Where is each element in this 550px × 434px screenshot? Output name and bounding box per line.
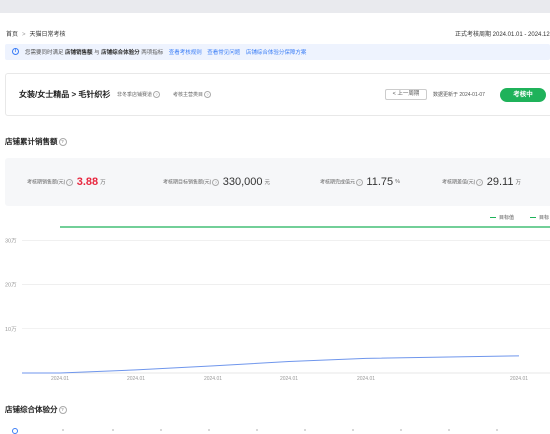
guarantee-link[interactable]: 店铺综合体验分保障方案 (246, 50, 307, 56)
main-category-tag: 考核主营类目? (173, 91, 211, 98)
dot-icon (400, 429, 402, 431)
help-icon[interactable]: ? (204, 91, 211, 98)
metric-completion: 考核期完成值元? 11.75% (320, 176, 400, 188)
rules-link[interactable]: 查看考核规则 (169, 50, 202, 56)
x-tick-label: 2024.01 (357, 376, 375, 382)
breadcrumb-home[interactable]: 首页 (6, 29, 18, 38)
notice-suffix: 两项指标 (141, 50, 163, 56)
experience-section-title: 店铺综合体验分? (5, 404, 67, 415)
top-bar (0, 0, 550, 13)
sales-section-title: 店铺累计销售额? (5, 136, 67, 147)
update-time: 数据更新于 2024-01-07 (433, 91, 485, 98)
faq-link[interactable]: 查看常见问题 (207, 50, 240, 56)
metric-target: 考核期目标销售额(元)? 330,000元 (163, 176, 270, 188)
help-icon[interactable]: ? (59, 406, 67, 414)
dot-icon (352, 429, 354, 431)
track-tag-label: 非冬季店铺赛道 (117, 92, 152, 98)
series-line-1 (22, 356, 519, 373)
dot-icon (160, 429, 162, 431)
metric-value: 11.75 (366, 176, 393, 188)
notice-and: 与 (94, 50, 100, 56)
metric-label: 考核期完成值元 (320, 179, 355, 185)
dot-icon (62, 429, 64, 431)
notice-metric-sales: 店铺销售额 (65, 50, 93, 56)
notice-metric-experience: 店铺综合体验分 (101, 50, 140, 56)
metric-label: 考核期目标销售额(元) (163, 179, 211, 185)
dot-icon (112, 429, 114, 431)
info-icon: i (12, 48, 19, 55)
breadcrumb-separator: > (22, 32, 26, 38)
metric-unit: 万 (515, 180, 521, 186)
help-icon[interactable]: ? (356, 179, 363, 186)
x-tick-label: 2024.01 (204, 376, 222, 382)
breadcrumb-current: 天猫日常考核 (30, 29, 66, 38)
category-title: 女装/女士精品 > 毛针织衫 (19, 89, 110, 100)
help-icon[interactable]: ? (476, 179, 483, 186)
dot-icon (304, 429, 306, 431)
y-tick-label: 10万 (5, 326, 17, 333)
header-row: 首页 > 天猫日常考核 正式考核周期 2024.01.01 - 2024.12. (0, 26, 550, 40)
x-tick-label: 2024.01 (280, 376, 298, 382)
metric-value: 330,000 (223, 176, 263, 188)
x-tick-label: 2024.01 (51, 376, 69, 382)
y-tick-label: 30万 (5, 237, 17, 244)
category-card: 女装/女士精品 > 毛针织衫 非冬季店铺赛道? 考核主营类目? < 上一周期 数… (5, 73, 550, 116)
notice-prefix: 您需要同时满足 (25, 50, 64, 56)
metric-unit: 万 (100, 180, 106, 186)
dot-icon (208, 429, 210, 431)
status-button[interactable]: 考核中 (500, 88, 546, 102)
help-icon[interactable]: ? (212, 179, 219, 186)
metric-value: 29.11 (487, 176, 514, 188)
metric-label: 考核期销售额(元) (27, 179, 65, 185)
dot-icon (448, 429, 450, 431)
metric-value: 3.88 (77, 176, 98, 188)
dot-icon (256, 429, 258, 431)
experience-icons-row (0, 425, 550, 433)
help-icon[interactable]: ? (66, 179, 73, 186)
main-category-label: 考核主营类目 (173, 92, 203, 98)
sales-line-chart: 30万 20万 10万 2024.01 2024.01 2024.01 2024.01 202… (0, 210, 550, 385)
metrics-panel: 考核期销售额(元)? 3.88万 考核期目标销售额(元)? 330,000元 考… (5, 158, 550, 206)
sales-section-title-text: 店铺累计销售额 (5, 137, 58, 146)
experience-section-title-text: 店铺综合体验分 (5, 405, 58, 414)
notice-text: 您需要同时满足 店铺销售额 与 店铺综合体验分 两项指标 查看考核规则 查看常见… (25, 48, 306, 56)
previous-period-button[interactable]: < 上一周期 (385, 89, 427, 100)
dot-icon (496, 429, 498, 431)
metric-unit: % (395, 179, 400, 185)
track-tag: 非冬季店铺赛道? (117, 91, 160, 98)
x-tick-label: 2024.01 (127, 376, 145, 382)
metric-unit: 元 (265, 180, 271, 186)
metric-label: 考核期差值(元) (442, 179, 475, 185)
y-tick-label: 20万 (5, 282, 17, 289)
assessment-period: 正式考核周期 2024.01.01 - 2024.12. (455, 29, 550, 38)
help-icon[interactable]: ? (153, 91, 160, 98)
metric-gap: 考核期差值(元)? 29.11万 (442, 176, 521, 188)
x-tick-label: 2024.01 (510, 376, 528, 382)
help-icon[interactable]: ? (59, 138, 67, 146)
notice-bar: i 您需要同时满足 店铺销售额 与 店铺综合体验分 两项指标 查看考核规则 查看… (5, 44, 550, 60)
breadcrumb: 首页 > 天猫日常考核 (6, 29, 66, 38)
metric-sales: 考核期销售额(元)? 3.88万 (27, 176, 106, 188)
info-icon (12, 428, 18, 434)
